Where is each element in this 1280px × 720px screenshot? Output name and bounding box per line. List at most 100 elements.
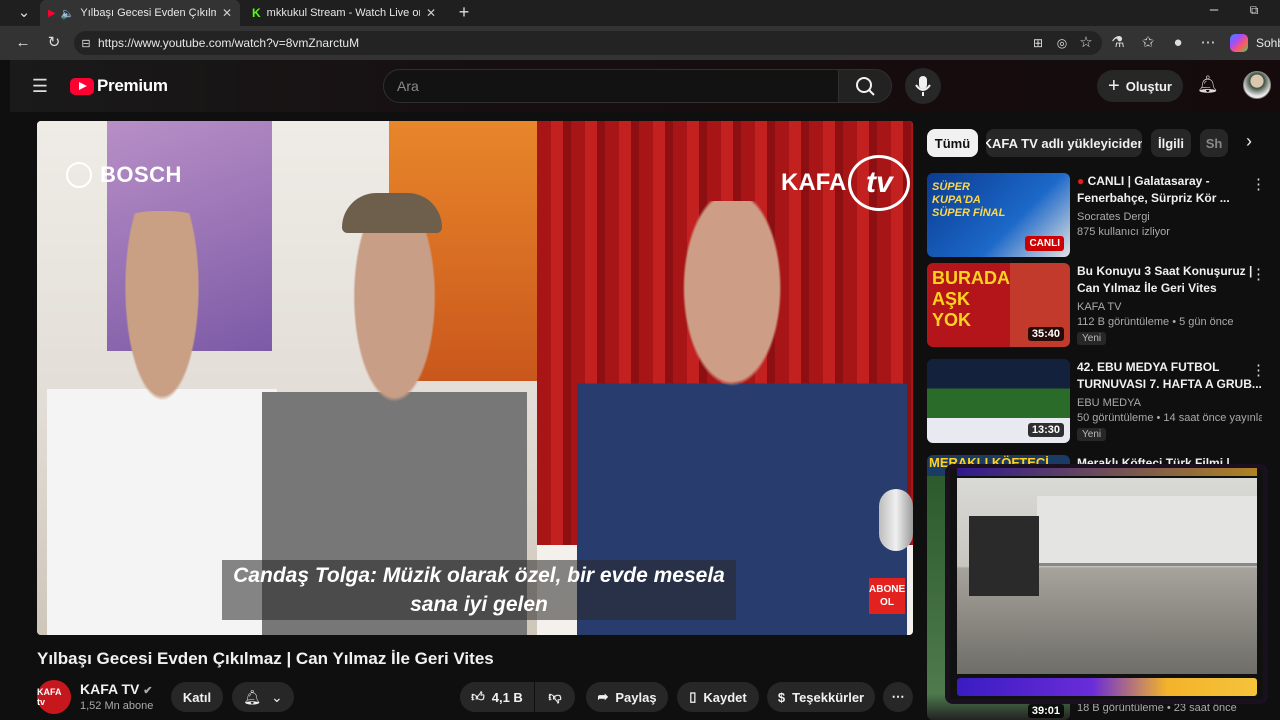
thumbnail-text: SÜPER KUPA'DA SÜPER FİNAL <box>932 181 1006 219</box>
tracking-prevention-icon[interactable]: ◎ <box>1052 33 1072 53</box>
channel-avatar[interactable]: KAFA tv <box>37 680 71 714</box>
bookmark-icon: ▯ <box>689 689 697 704</box>
voice-search-button[interactable] <box>905 68 941 104</box>
video-thumbnail[interactable]: 13:30 <box>927 359 1070 443</box>
video-duration: 35:40 <box>1027 327 1064 341</box>
tab-title: mkkukul Stream - Watch Live on K <box>266 7 420 19</box>
close-tab-icon[interactable]: ✕ <box>426 6 436 20</box>
youtube-logo-icon[interactable] <box>70 78 94 95</box>
chip-all[interactable]: Tümü <box>927 129 978 157</box>
channel-name[interactable]: KAFA TV ✔ <box>80 681 152 697</box>
chevron-right-icon[interactable]: › <box>1238 131 1260 155</box>
microphone-icon <box>915 76 931 96</box>
more-horizontal-icon: ⋯ <box>891 689 905 704</box>
hamburger-menu-icon[interactable]: ☰ <box>30 76 50 96</box>
url-text: https://www.youtube.com/watch?v=8vmZnarc… <box>98 36 360 50</box>
share-button[interactable]: ➦ Paylaş <box>586 682 668 712</box>
bosch-label: BOSCH <box>100 162 182 187</box>
more-vertical-icon[interactable]: ⋮ <box>1251 361 1266 379</box>
copilot-label[interactable]: Sohb <box>1256 36 1280 50</box>
related-video[interactable]: SÜPER KUPA'DA SÜPER FİNAL CANLI ● CANLI … <box>927 173 1272 263</box>
related-title: ● CANLI | Galatasaray - Fenerbahçe, Sürp… <box>1077 173 1262 209</box>
maximize-icon[interactable]: ⧉ <box>1244 0 1264 20</box>
speaker-icon[interactable]: 🔈 <box>61 7 75 20</box>
browser-tab-bar: ⌄ ▶ 🔈 Yılbaşı Gecesi Evden Çıkılmaz ✕ K … <box>0 0 1280 26</box>
related-views: 875 kullanıcı izliyor <box>1077 226 1170 238</box>
channel-name-label: KAFA TV <box>80 681 140 697</box>
kitchen-cabinet <box>1037 496 1257 566</box>
create-button[interactable]: + Oluştur <box>1097 70 1183 102</box>
reload-icon[interactable]: ↻ <box>44 33 64 53</box>
like-count: 4,1 B <box>491 689 523 705</box>
dislike-button[interactable]: 👎︎ <box>535 682 575 712</box>
app-available-icon[interactable]: ⊞ <box>1028 33 1048 53</box>
thanks-button[interactable]: $ Teşekkürler <box>767 682 875 712</box>
notification-settings-button[interactable]: 🔔︎ ⌄ <box>232 682 294 712</box>
bell-icon: 🔔︎ <box>243 688 262 705</box>
thumbs-down-icon: 👎︎ <box>548 689 562 704</box>
search-placeholder: Ara <box>397 78 419 94</box>
thumbs-up-icon: 👍︎ <box>471 689 485 704</box>
like-button[interactable]: 👍︎ 4,1 B <box>460 682 534 712</box>
subscriber-count: 1,52 Mn abone <box>80 700 154 712</box>
verified-check-icon: ✔ <box>143 685 153 697</box>
thanks-label: Teşekkürler <box>792 689 865 705</box>
search-button[interactable] <box>838 69 892 103</box>
youtube-premium-logo[interactable]: Premium <box>97 76 168 96</box>
save-button[interactable]: ▯ Kaydet <box>677 682 759 712</box>
new-badge: Yeni <box>1077 332 1107 345</box>
tab-list-chevron-icon[interactable]: ⌄ <box>14 3 34 23</box>
new-tab-icon[interactable]: + <box>454 2 474 22</box>
chevron-down-icon: ⌄ <box>271 688 283 705</box>
chip-more[interactable]: Sh <box>1200 129 1228 157</box>
subtitle-line: Candaş Tolga: Müzik olarak özel, bir evd… <box>233 564 725 587</box>
related-video[interactable]: BURADA AŞK YOK 35:40 Bu Konuyu 3 Saat Ko… <box>927 263 1272 353</box>
related-channel: Socrates Dergi <box>1077 211 1150 223</box>
minimize-icon[interactable]: – <box>1204 0 1224 20</box>
super-thanks-icon: $ <box>777 689 786 705</box>
kafatv-logo-kafa: KAFA <box>781 169 847 196</box>
more-vertical-icon[interactable]: ⋮ <box>1251 175 1266 193</box>
back-arrow-icon[interactable]: ← <box>13 33 33 53</box>
profile-icon[interactable]: ● <box>1168 33 1188 53</box>
related-video[interactable]: 13:30 42. EBU MEDYA FUTBOL TURNUVASI 7. … <box>927 359 1272 449</box>
webcam-frame-accent <box>957 468 1257 476</box>
thumbnail-text: BURADA AŞK YOK <box>932 268 1010 330</box>
search-input[interactable] <box>383 69 839 103</box>
browser-tab-active[interactable]: ▶ 🔈 Yılbaşı Gecesi Evden Çıkılmaz ✕ <box>40 0 240 26</box>
live-badge: CANLI <box>1025 236 1064 251</box>
favorites-icon[interactable]: ✩ <box>1138 33 1158 53</box>
more-vertical-icon[interactable]: ⋮ <box>1251 265 1266 283</box>
webcam-overlay <box>945 464 1268 704</box>
video-thumbnail[interactable]: BURADA AŞK YOK 35:40 <box>927 263 1070 347</box>
share-label: Paylaş <box>615 689 657 705</box>
bosch-sponsor-logo: BOSCH <box>66 162 182 188</box>
kitchen-appliance <box>969 516 1039 596</box>
chip-related[interactable]: İlgili <box>1151 129 1191 157</box>
browser-tab[interactable]: K mkkukul Stream - Watch Live on K ✕ <box>244 0 444 26</box>
close-tab-icon[interactable]: ✕ <box>222 6 232 20</box>
user-avatar[interactable] <box>1243 71 1271 99</box>
related-channel: EBU MEDYA <box>1077 397 1141 409</box>
copilot-icon[interactable] <box>1230 34 1248 52</box>
site-info-icon[interactable]: ⊟ <box>76 34 96 54</box>
studio-microphone <box>879 489 913 551</box>
new-badge: Yeni <box>1077 428 1107 441</box>
join-button[interactable]: Katıl <box>171 682 223 712</box>
subscribe-watermark: ABONE OL <box>869 578 905 614</box>
create-label: Oluştur <box>1125 78 1172 94</box>
more-actions-button[interactable]: ⋯ <box>883 682 913 712</box>
kafatv-logo-tv: tv <box>848 155 911 211</box>
plus-icon: + <box>1108 74 1120 97</box>
video-thumbnail[interactable]: SÜPER KUPA'DA SÜPER FİNAL CANLI <box>927 173 1070 257</box>
notifications-bell-icon[interactable]: 🔔︎ <box>1197 75 1219 95</box>
extensions-icon[interactable]: ⚗ <box>1108 33 1128 53</box>
webcam-frame-bar <box>957 678 1257 696</box>
chip-from-uploader[interactable]: KAFA TV adlı yükleyiciden <box>986 129 1142 157</box>
related-title-text: CANLI | Galatasaray - Fenerbahçe, Sürpri… <box>1077 174 1230 205</box>
favorite-star-icon[interactable]: ☆ <box>1076 33 1096 53</box>
video-duration: 39:01 <box>1027 704 1064 718</box>
related-title: 42. EBU MEDYA FUTBOL TURNUVASI 7. HAFTA … <box>1077 360 1262 391</box>
video-subtitle: Candaş Tolga: Müzik olarak özel, bir evd… <box>222 560 736 620</box>
more-menu-icon[interactable]: ⋯ <box>1198 33 1218 53</box>
